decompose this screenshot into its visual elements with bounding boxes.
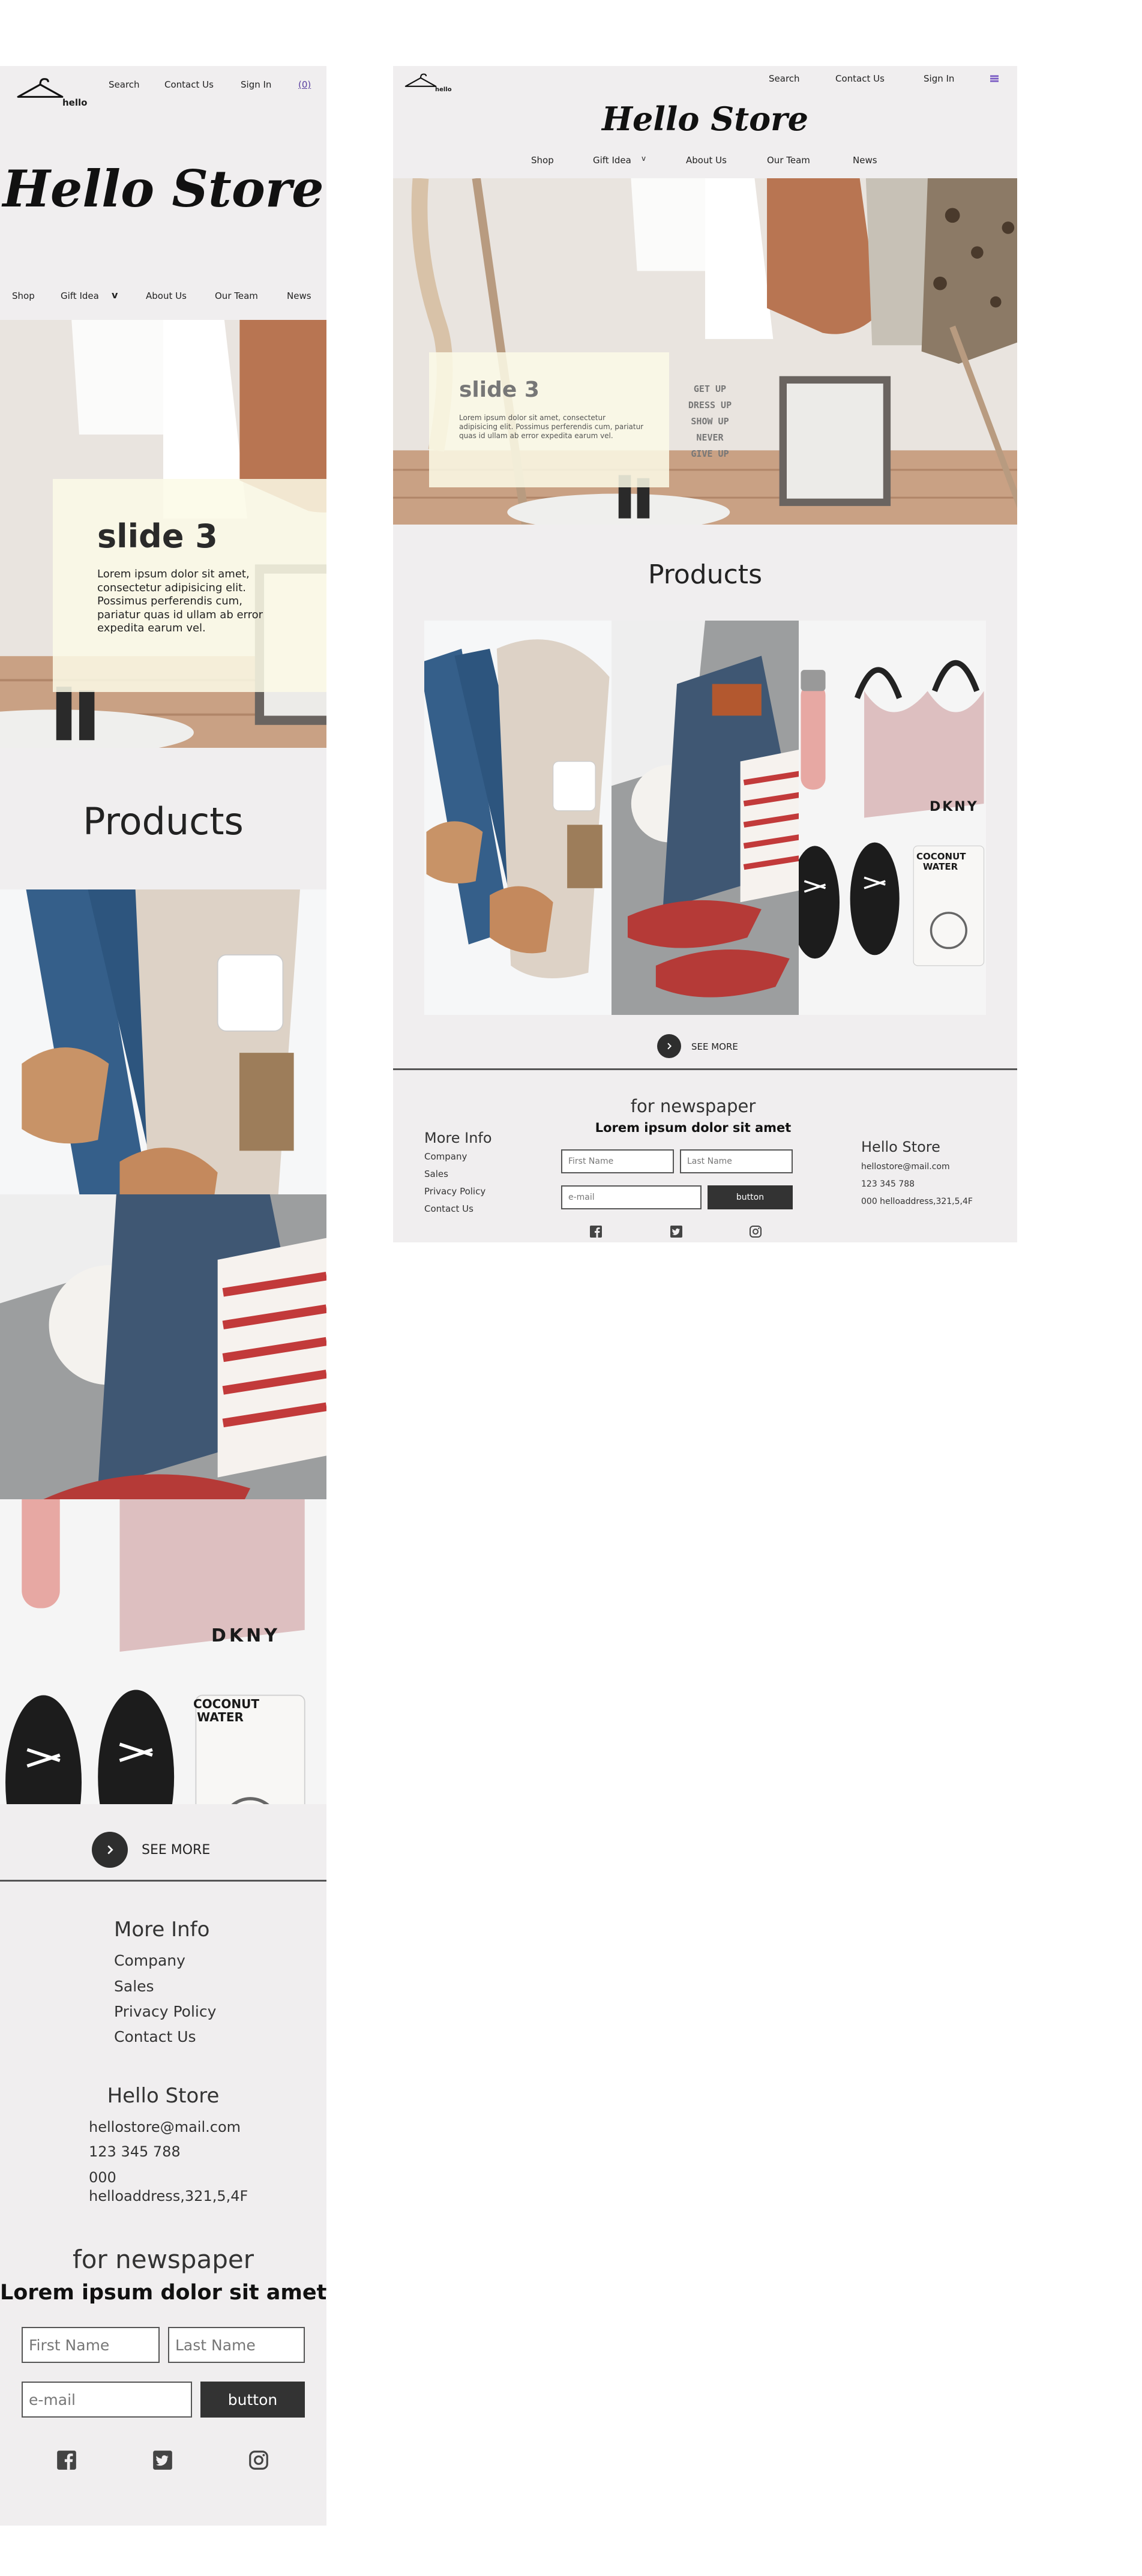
signin-link[interactable]: Sign In <box>241 79 271 90</box>
newsletter-title: for newspaper <box>630 1096 756 1116</box>
logo[interactable]: hello <box>16 71 88 113</box>
nav-team[interactable]: Our Team <box>767 155 810 166</box>
slide-title: slide 3 <box>459 378 539 402</box>
instagram-icon[interactable] <box>247 2449 270 2472</box>
letterboard-line: DRESS UP <box>688 400 732 411</box>
nav-shop[interactable]: Shop <box>531 155 554 166</box>
hero-caption: slide 3 Lorem ipsum dolor sit amet, cons… <box>429 352 669 487</box>
chevron-down-icon[interactable]: v <box>642 154 646 163</box>
logo[interactable]: hello <box>404 68 458 98</box>
store-address: 000 helloaddress,321,5,4F <box>861 1197 973 1206</box>
footer-link-privacy[interactable]: Privacy Policy <box>424 1186 485 1197</box>
see-more-label[interactable]: SEE MORE <box>691 1041 738 1052</box>
product-image-dkny[interactable]: DKNY COCONUT WATER <box>0 1499 326 1804</box>
product-image-jeans[interactable] <box>0 1194 326 1499</box>
facebook-icon[interactable] <box>55 2449 78 2472</box>
slide-title: slide 3 <box>97 517 218 555</box>
instagram-icon[interactable] <box>748 1224 763 1239</box>
footer-link-privacy[interactable]: Privacy Policy <box>114 2003 216 2020</box>
email-input[interactable]: e-mail <box>561 1185 702 1209</box>
logo-word: hello <box>435 86 452 93</box>
signin-link[interactable]: Sign In <box>924 73 954 84</box>
product-image-knit[interactable] <box>0 889 326 1194</box>
twitter-icon[interactable] <box>151 2449 174 2472</box>
product-print-brand: DKNY <box>930 799 979 814</box>
more-info-title: More Info <box>424 1130 492 1146</box>
nav-about[interactable]: About Us <box>146 290 187 301</box>
newsletter-title: for newspaper <box>73 2245 254 2274</box>
letterboard-line: NEVER <box>696 432 724 443</box>
more-info-title: More Info <box>114 1918 210 1942</box>
store-heading: Hello Store <box>107 2084 220 2108</box>
nav-about[interactable]: About Us <box>686 155 727 166</box>
logo-word: hello <box>62 97 88 108</box>
last-name-input[interactable]: Last Name <box>680 1149 793 1173</box>
twitter-icon[interactable] <box>669 1224 684 1239</box>
nav-news[interactable]: News <box>853 155 877 166</box>
product-print-drink: COCONUT WATER <box>193 1697 259 1724</box>
desktop-preview: hello Search Contact Us Sign In Hello St… <box>393 66 1017 1242</box>
footer-link-sales[interactable]: Sales <box>424 1169 448 1179</box>
search-link[interactable]: Search <box>109 79 140 90</box>
newsletter-submit-button[interactable]: button <box>200 2382 305 2418</box>
footer-link-company[interactable]: Company <box>424 1151 467 1162</box>
store-email: hellostore@mail.com <box>89 2119 241 2135</box>
footer-divider <box>393 1068 1017 1070</box>
newsletter-subtitle: Lorem ipsum dolor sit amet <box>0 2281 326 2305</box>
see-more-button[interactable] <box>92 1832 128 1868</box>
slide-body: Lorem ipsum dolor sit amet, consectetur … <box>459 414 644 440</box>
store-phone: 123 345 788 <box>89 2143 181 2160</box>
hanger-icon <box>16 74 65 102</box>
store-phone: 123 345 788 <box>861 1179 915 1189</box>
store-title: Hello Store <box>2 159 324 218</box>
nav-gift[interactable]: Gift Idea <box>61 290 99 301</box>
products-heading: Products <box>83 799 244 843</box>
chevron-right-icon <box>107 1845 113 1855</box>
footer-divider <box>0 1880 326 1882</box>
facebook-icon[interactable] <box>589 1224 603 1239</box>
letterboard: GET UP DRESS UP SHOW UP NEVER GIVE UP <box>672 381 748 462</box>
first-name-input[interactable]: First Name <box>22 2327 160 2363</box>
product-image-jeans[interactable] <box>612 621 799 1015</box>
chevron-right-icon <box>667 1043 672 1050</box>
product-print-drink: COCONUT WATER <box>916 851 966 872</box>
hanger-icon <box>404 71 437 90</box>
mobile-preview: hello Search Contact Us Sign In (0) Hell… <box>0 66 326 2526</box>
footer-link-contact[interactable]: Contact Us <box>424 1203 473 1214</box>
first-name-input[interactable]: First Name <box>561 1149 674 1173</box>
footer-link-contact[interactable]: Contact Us <box>114 2028 196 2045</box>
nav-gift[interactable]: Gift Idea <box>593 155 631 166</box>
chevron-down-icon[interactable]: v <box>112 289 118 301</box>
nav-team[interactable]: Our Team <box>215 290 258 301</box>
product-print-brand: DKNY <box>211 1625 280 1646</box>
search-link[interactable]: Search <box>769 73 800 84</box>
see-more-button[interactable] <box>657 1034 681 1058</box>
newsletter-subtitle: Lorem ipsum dolor sit amet <box>595 1121 792 1135</box>
last-name-input[interactable]: Last Name <box>168 2327 305 2363</box>
store-title: Hello Store <box>602 100 808 138</box>
letterboard-line: GIVE UP <box>691 448 729 459</box>
newsletter-submit-button[interactable]: button <box>708 1185 793 1209</box>
cart-link[interactable]: (0) <box>298 79 311 90</box>
product-image-knit[interactable] <box>424 621 612 1015</box>
product-image-dkny[interactable]: DKNY COCONUT WATER <box>799 621 986 1015</box>
contact-link[interactable]: Contact Us <box>835 73 885 84</box>
letterboard-line: GET UP <box>693 384 727 394</box>
contact-link[interactable]: Contact Us <box>164 79 214 90</box>
see-more-label[interactable]: SEE MORE <box>142 1843 210 1858</box>
hero-caption: slide 3 Lorem ipsum dolor sit amet, cons… <box>53 479 326 692</box>
menu-icon[interactable] <box>990 74 999 83</box>
footer-link-company[interactable]: Company <box>114 1952 185 1969</box>
nav-shop[interactable]: Shop <box>12 290 35 301</box>
store-heading: Hello Store <box>861 1139 940 1155</box>
products-heading: Products <box>648 559 762 590</box>
store-address: 000 helloaddress,321,5,4F <box>89 2169 248 2205</box>
email-input[interactable]: e-mail <box>22 2382 192 2418</box>
footer-link-sales[interactable]: Sales <box>114 1978 154 1995</box>
slide-body: Lorem ipsum dolor sit amet, consectetur … <box>97 568 263 634</box>
letterboard-line: SHOW UP <box>691 416 729 427</box>
store-email: hellostore@mail.com <box>861 1162 950 1172</box>
nav-news[interactable]: News <box>287 290 311 301</box>
